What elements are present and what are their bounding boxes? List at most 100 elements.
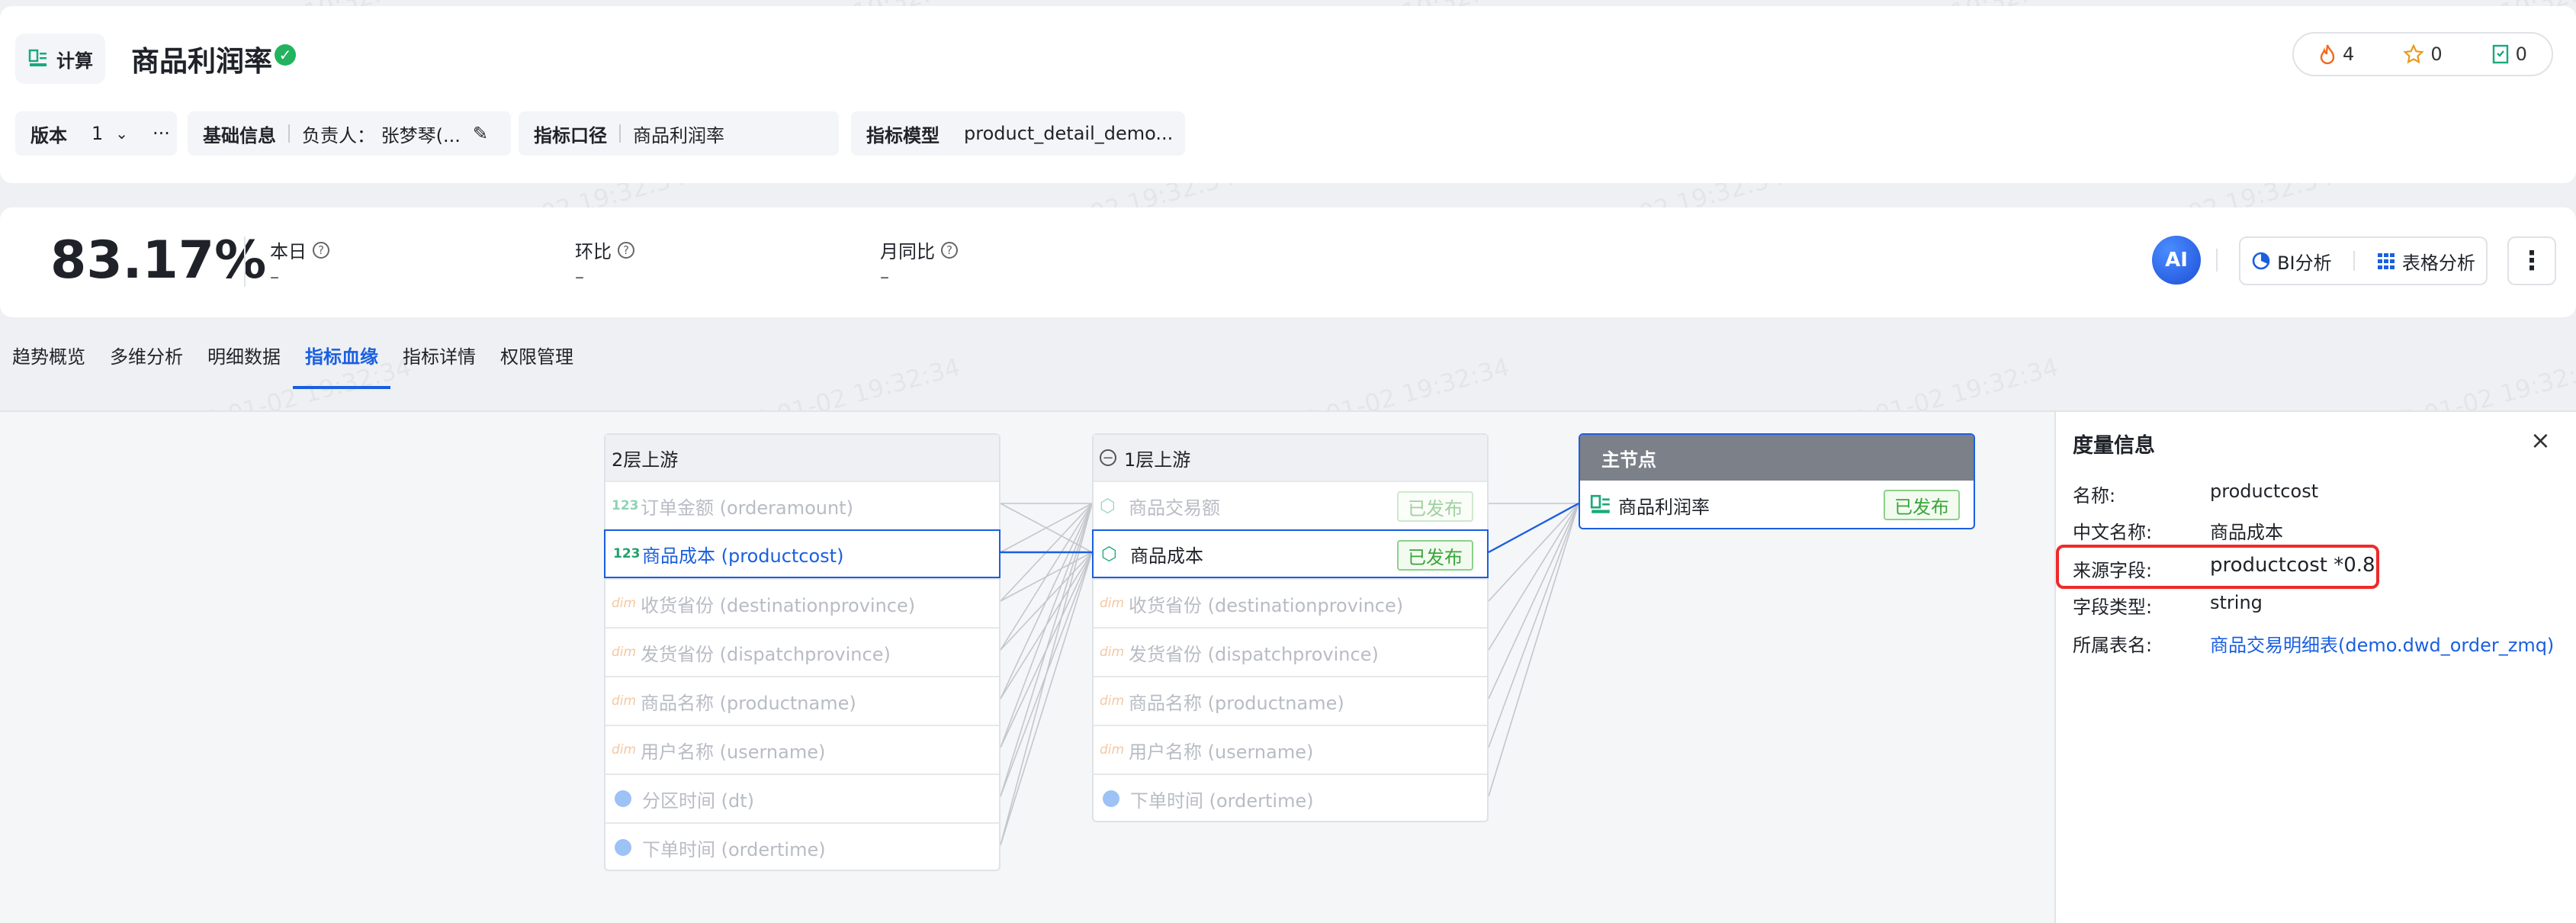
cn-name-label: 中文名称: [2073,522,2153,543]
layer1-title: 1层上游 [1124,449,1191,471]
clock-icon [615,790,631,807]
dimension-icon: dim [1100,693,1125,709]
kpi-today-label: 本日 [270,241,307,262]
bi-analysis-label: BI分析 [2277,252,2332,274]
layer1-row[interactable]: dim 发货省份 (dispatchprovince) [1094,627,1487,676]
layer1-row-label: 商品成本 [1130,545,1203,567]
table-analysis-label: 表格分析 [2401,252,2475,274]
published-badge: 已发布 [1884,490,1960,520]
layer1-row[interactable]: dim 用户名称 (username) [1094,725,1487,773]
dimension-icon: dim [612,645,637,660]
metric-model[interactable]: 指标模型 product_detail_demo... [851,111,1185,156]
tab-bar: 趋势概览 多维分析 明细数据 指标血缘 指标详情 权限管理 [0,342,586,389]
tab-0[interactable]: 趋势概览 [0,342,98,389]
layer2-row-label: 下单时间 (ordertime) [642,838,826,860]
page-title: 商品利润率 [131,45,272,78]
cn-name-value: 商品成本 [2210,522,2283,543]
layer2-row[interactable]: dim 收货省份 (destinationprovince) [605,578,999,627]
layer2-row[interactable]: dim 发货省份 (dispatchprovince) [605,627,999,676]
bookmark-count-value: 0 [2515,43,2527,65]
layer2-row[interactable]: dim 用户名称 (username) [605,725,999,773]
analysis-actions: BI分析 表格分析 [2239,236,2488,285]
layer1-row-label: 发货省份 (dispatchprovince) [1129,643,1379,665]
main-node-row[interactable]: 商品利润率 已发布 [1580,481,1974,528]
layer1-row[interactable]: ⬡ 商品交易额 已发布 [1094,481,1487,529]
more-options-button[interactable]: ⋮ [2507,236,2556,285]
name-value: productcost [2210,481,2319,502]
kpi-yoy-value: – [880,266,889,288]
measure-icon: 123 [612,498,639,513]
chevron-down-icon: ⌄ [115,124,129,143]
dimension-icon: dim [612,596,637,611]
layer2-row[interactable]: 123 订单金额 (orderamount) [605,481,999,529]
layer1-row-label: 收货省份 (destinationprovince) [1129,594,1404,616]
favorite-count[interactable]: 0 [2403,43,2443,65]
basic-info: 基础信息 负责人： 张梦琴(... ✎ [188,111,511,156]
verified-icon: ✓ [275,44,296,66]
caliber-value: 商品利润率 [633,124,724,146]
published-badge: 已发布 [1397,491,1473,522]
tab-1[interactable]: 多维分析 [98,342,195,389]
layer2-row-label: 商品名称 (productname) [641,692,856,714]
layer2-header: 2层上游 [605,435,999,481]
metric-hex-icon: ⬡ [1100,495,1116,516]
version-more-button[interactable]: ··· [153,123,170,144]
layer2-row-label: 分区时间 (dt) [642,790,754,812]
bi-analysis-button[interactable]: BI分析 [2251,248,2332,275]
kpi-today-value: – [270,266,279,288]
layer1-row[interactable]: dim 商品名称 (productname) [1094,676,1487,725]
panel-title: 度量信息 [2073,434,2155,458]
version-label: 版本 [31,124,67,146]
layer2-row[interactable]: 分区时间 (dt) [605,773,999,822]
kpi-hb-label: 环比 [575,241,612,262]
main-node-title: 主节点 [1580,435,1974,481]
layer1-row[interactable]: 下单时间 (ordertime) [1094,773,1487,822]
edit-icon[interactable]: ✎ [473,123,488,144]
help-icon[interactable]: ? [941,241,958,259]
tab-3[interactable]: 指标血缘 [293,342,390,389]
field-type-label: 字段类型: [2073,597,2153,618]
tab-5[interactable]: 权限管理 [488,342,586,389]
metric-header [0,6,2576,183]
layer1-upstream-column: − 1层上游 ⬡ 商品交易额 已发布 ⬡ 商品成本 已发布 dim 收货省份 (destina… [1092,433,1489,822]
bi-icon [2252,252,2270,270]
layer2-title: 2层上游 [612,449,679,471]
bookmark-icon [2492,44,2508,64]
model-value[interactable]: product_detail_demo... [964,123,1173,144]
layer2-row-label: 收货省份 (destinationprovince) [641,594,916,616]
kpi-value: 83.17% [50,230,267,291]
basic-info-label: 基础信息 [203,124,276,146]
bookmark-count[interactable]: 0 [2491,43,2527,65]
layer2-upstream-column: 2层上游 123 订单金额 (orderamount) 123 商品成本 (produ… [604,433,1001,871]
close-icon[interactable]: × [2530,426,2551,455]
layer1-row-label: 商品交易额 [1129,497,1220,519]
table-analysis-button[interactable]: 表格分析 [2376,248,2475,275]
tab-2[interactable]: 明细数据 [195,342,293,389]
layer2-row[interactable]: 下单时间 (ordertime) [605,822,999,871]
tab-4[interactable]: 指标详情 [390,342,488,389]
source-field-label: 来源字段: [2073,560,2153,581]
name-label: 名称: [2073,485,2116,507]
metric-hex-icon: ⬡ [1101,543,1117,564]
dimension-icon: dim [612,693,637,709]
kpi-yoy-label: 月同比 [880,241,935,262]
owner-value: 张梦琴(... [381,124,461,146]
table-name-link[interactable]: 商品交易明细表(demo.dwd_order_zmq) [2210,630,2554,657]
clock-icon [1103,790,1119,807]
metric-type-icon [28,49,47,66]
metric-type-label: 计算 [56,50,93,72]
main-node-label: 商品利润率 [1618,496,1710,518]
ai-assistant-button[interactable]: AI [2152,236,2201,285]
help-icon[interactable]: ? [618,241,634,259]
metric-icon [1590,494,1610,513]
model-label: 指标模型 [866,124,940,146]
version-selector[interactable]: 版本 1 ⌄ ··· [15,111,177,156]
dimension-icon: dim [612,742,637,757]
layer1-row[interactable]: dim 收货省份 (destinationprovince) [1094,578,1487,627]
layer1-row[interactable]: ⬡ 商品成本 已发布 [1092,529,1489,578]
collapse-icon[interactable]: − [1100,449,1116,466]
help-icon[interactable]: ? [313,241,329,259]
layer2-row[interactable]: dim 商品名称 (productname) [605,676,999,725]
hot-count[interactable]: 4 [2318,43,2354,65]
layer2-row[interactable]: 123 商品成本 (productcost) [604,529,1001,578]
